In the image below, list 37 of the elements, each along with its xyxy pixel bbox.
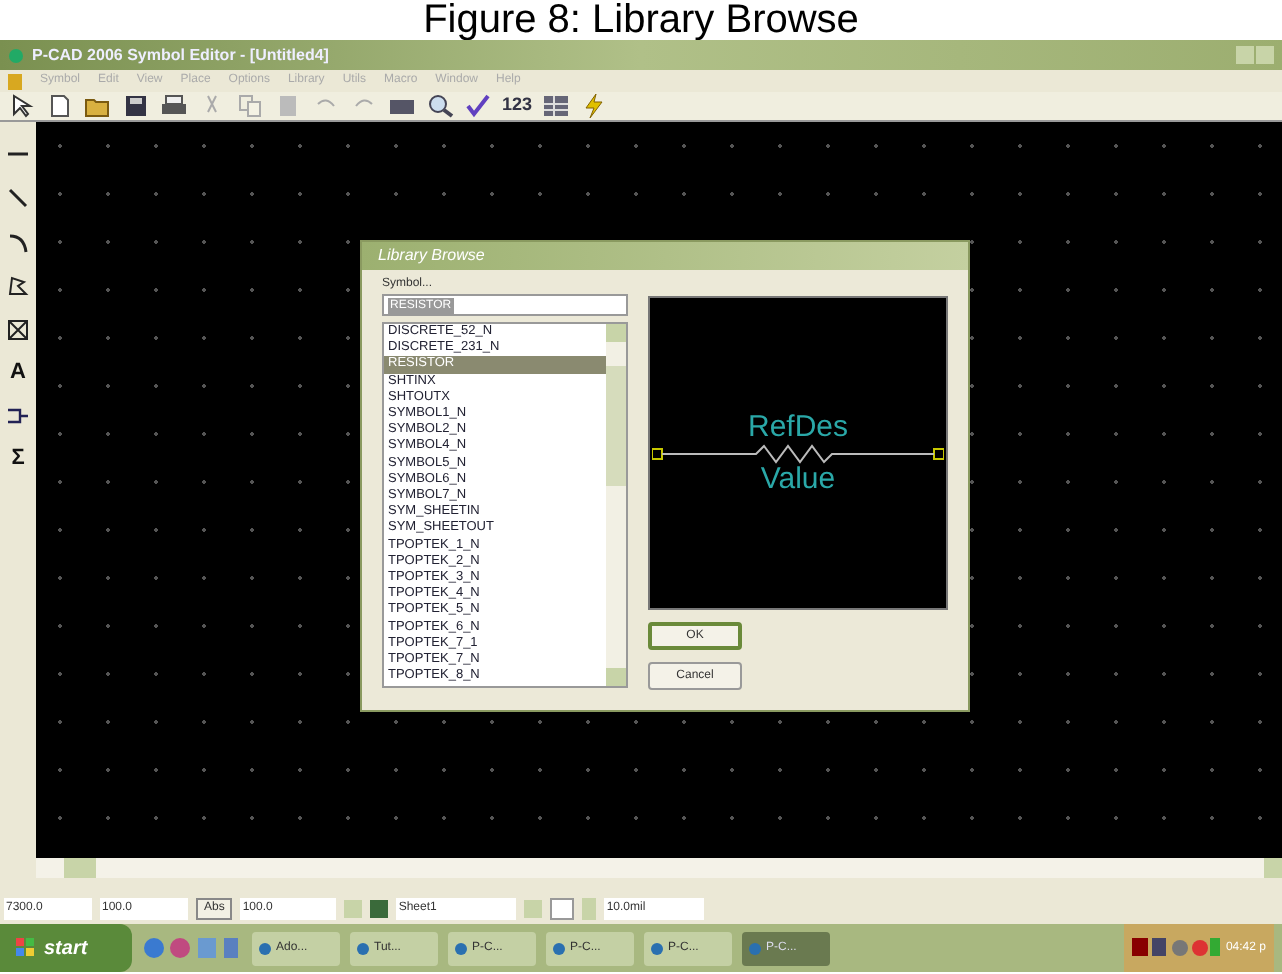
- table-icon[interactable]: [542, 94, 571, 118]
- layer-color-button[interactable]: [370, 900, 389, 918]
- dialog-title: Library Browse: [378, 244, 485, 268]
- app-icon: [8, 47, 24, 63]
- zoom-icon[interactable]: [426, 94, 454, 118]
- app-icon: [650, 941, 664, 955]
- print-icon[interactable]: [160, 94, 188, 118]
- app-icon: [356, 941, 370, 955]
- drawing-canvas[interactable]: [36, 122, 1282, 858]
- text-tool[interactable]: Σ: [11, 448, 25, 470]
- figure-caption: Figure 8: Library Browse: [423, 0, 859, 40]
- refdes-label: RefDes: [747, 411, 849, 443]
- app-icon: [454, 941, 468, 955]
- pin-tool-icon[interactable]: [6, 404, 30, 428]
- document-icon: [8, 73, 22, 89]
- color-swatch[interactable]: [550, 898, 575, 920]
- value-label: Value: [760, 463, 836, 495]
- numbering-tool[interactable]: 123: [502, 92, 533, 120]
- tray-icons[interactable]: [1131, 938, 1220, 958]
- quick-launch-icons[interactable]: [142, 936, 242, 960]
- app-icon: [552, 941, 566, 955]
- scroll-thumb[interactable]: [606, 365, 626, 485]
- windows-logo-icon: [16, 938, 36, 958]
- start-button[interactable]: start: [0, 924, 132, 972]
- app-icon: [748, 941, 762, 955]
- text-tool[interactable]: A: [10, 362, 26, 384]
- box-tool-icon[interactable]: [6, 318, 30, 342]
- save-icon[interactable]: [122, 94, 150, 118]
- arc-tool-icon[interactable]: [6, 230, 30, 254]
- rectangle-icon[interactable]: [388, 94, 416, 118]
- checkmark-icon[interactable]: [464, 94, 492, 118]
- window-title: P-CAD 2006 Symbol Editor - [Untitled4]: [32, 43, 329, 67]
- pointer-icon[interactable]: [8, 94, 36, 118]
- line-tool-icon[interactable]: [6, 186, 30, 210]
- polygon-tool-icon[interactable]: [6, 274, 30, 298]
- app-icon: [258, 941, 272, 955]
- scrollbar[interactable]: [606, 324, 626, 686]
